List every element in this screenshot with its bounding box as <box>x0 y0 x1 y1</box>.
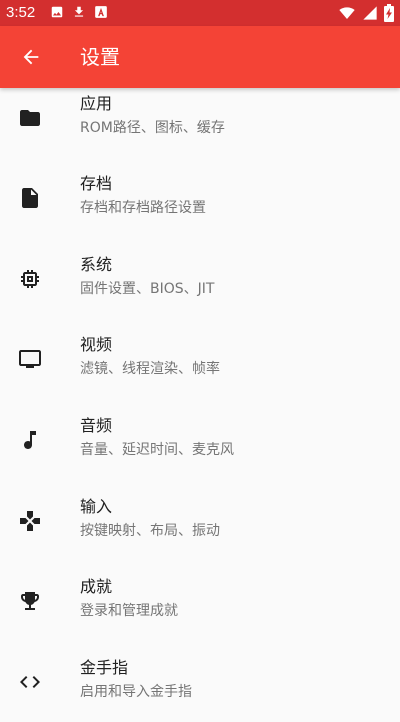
settings-item-app[interactable]: 应用 ROM路径、图标、缓存 <box>0 78 400 158</box>
settings-item-title: 视频 <box>80 335 113 354</box>
page-title: 设置 <box>80 45 120 69</box>
settings-item-subtitle: 滤镜、线程渲染、帧率 <box>80 361 220 377</box>
chip-icon <box>21 270 39 288</box>
settings-item-title: 输入 <box>80 497 113 516</box>
status-bar: 3:52 <box>0 0 400 26</box>
settings-item-input[interactable]: 输入 按键映射、布局、振动 <box>0 481 400 561</box>
settings-item-saves[interactable]: 存档 存档和存档路径设置 <box>0 158 400 238</box>
gamepad-icon <box>20 511 40 531</box>
settings-item-subtitle: ROM路径、图标、缓存 <box>80 120 225 136</box>
settings-item-video[interactable]: 视频 滤镜、线程渲染、帧率 <box>0 319 400 399</box>
folder-icon <box>20 110 40 126</box>
trophy-icon <box>21 592 39 610</box>
settings-item-title: 音频 <box>80 416 113 435</box>
document-icon <box>22 188 38 208</box>
tv-icon <box>19 350 41 368</box>
status-notification-icons <box>50 5 108 19</box>
settings-item-title: 应用 <box>80 94 113 113</box>
back-button[interactable] <box>11 37 51 77</box>
music-note-icon <box>24 431 36 449</box>
app-bar: 设置 <box>0 26 400 88</box>
settings-item-achievements[interactable]: 成就 登录和管理成就 <box>0 561 400 641</box>
settings-item-title: 系统 <box>80 255 113 274</box>
battery-charging-icon <box>384 4 394 22</box>
settings-item-subtitle: 固件设置、BIOS、JIT <box>80 281 215 297</box>
settings-item-subtitle: 启用和导入金手指 <box>80 684 192 700</box>
arrow-back-icon <box>23 49 39 65</box>
status-time: 3:52 <box>6 4 36 21</box>
settings-item-title: 成就 <box>80 577 113 596</box>
settings-item-cheats[interactable]: 金手指 启用和导入金手指 <box>0 642 400 722</box>
image-icon <box>51 6 63 18</box>
app-a-icon <box>95 6 107 18</box>
code-icon <box>20 676 40 688</box>
settings-item-title: 存档 <box>80 174 113 193</box>
settings-item-title: 金手指 <box>80 658 129 677</box>
status-system-icons <box>338 4 394 22</box>
settings-item-subtitle: 存档和存档路径设置 <box>80 200 206 216</box>
settings-item-subtitle: 音量、延迟时间、麦克风 <box>80 442 234 458</box>
settings-item-subtitle: 登录和管理成就 <box>80 603 178 619</box>
settings-item-audio[interactable]: 音频 音量、延迟时间、麦克风 <box>0 400 400 480</box>
signal-icon <box>363 6 377 20</box>
wifi-icon <box>339 7 355 19</box>
settings-item-system[interactable]: 系统 固件设置、BIOS、JIT <box>0 239 400 319</box>
settings-item-subtitle: 按键映射、布局、振动 <box>80 523 220 539</box>
download-icon <box>74 6 84 17</box>
